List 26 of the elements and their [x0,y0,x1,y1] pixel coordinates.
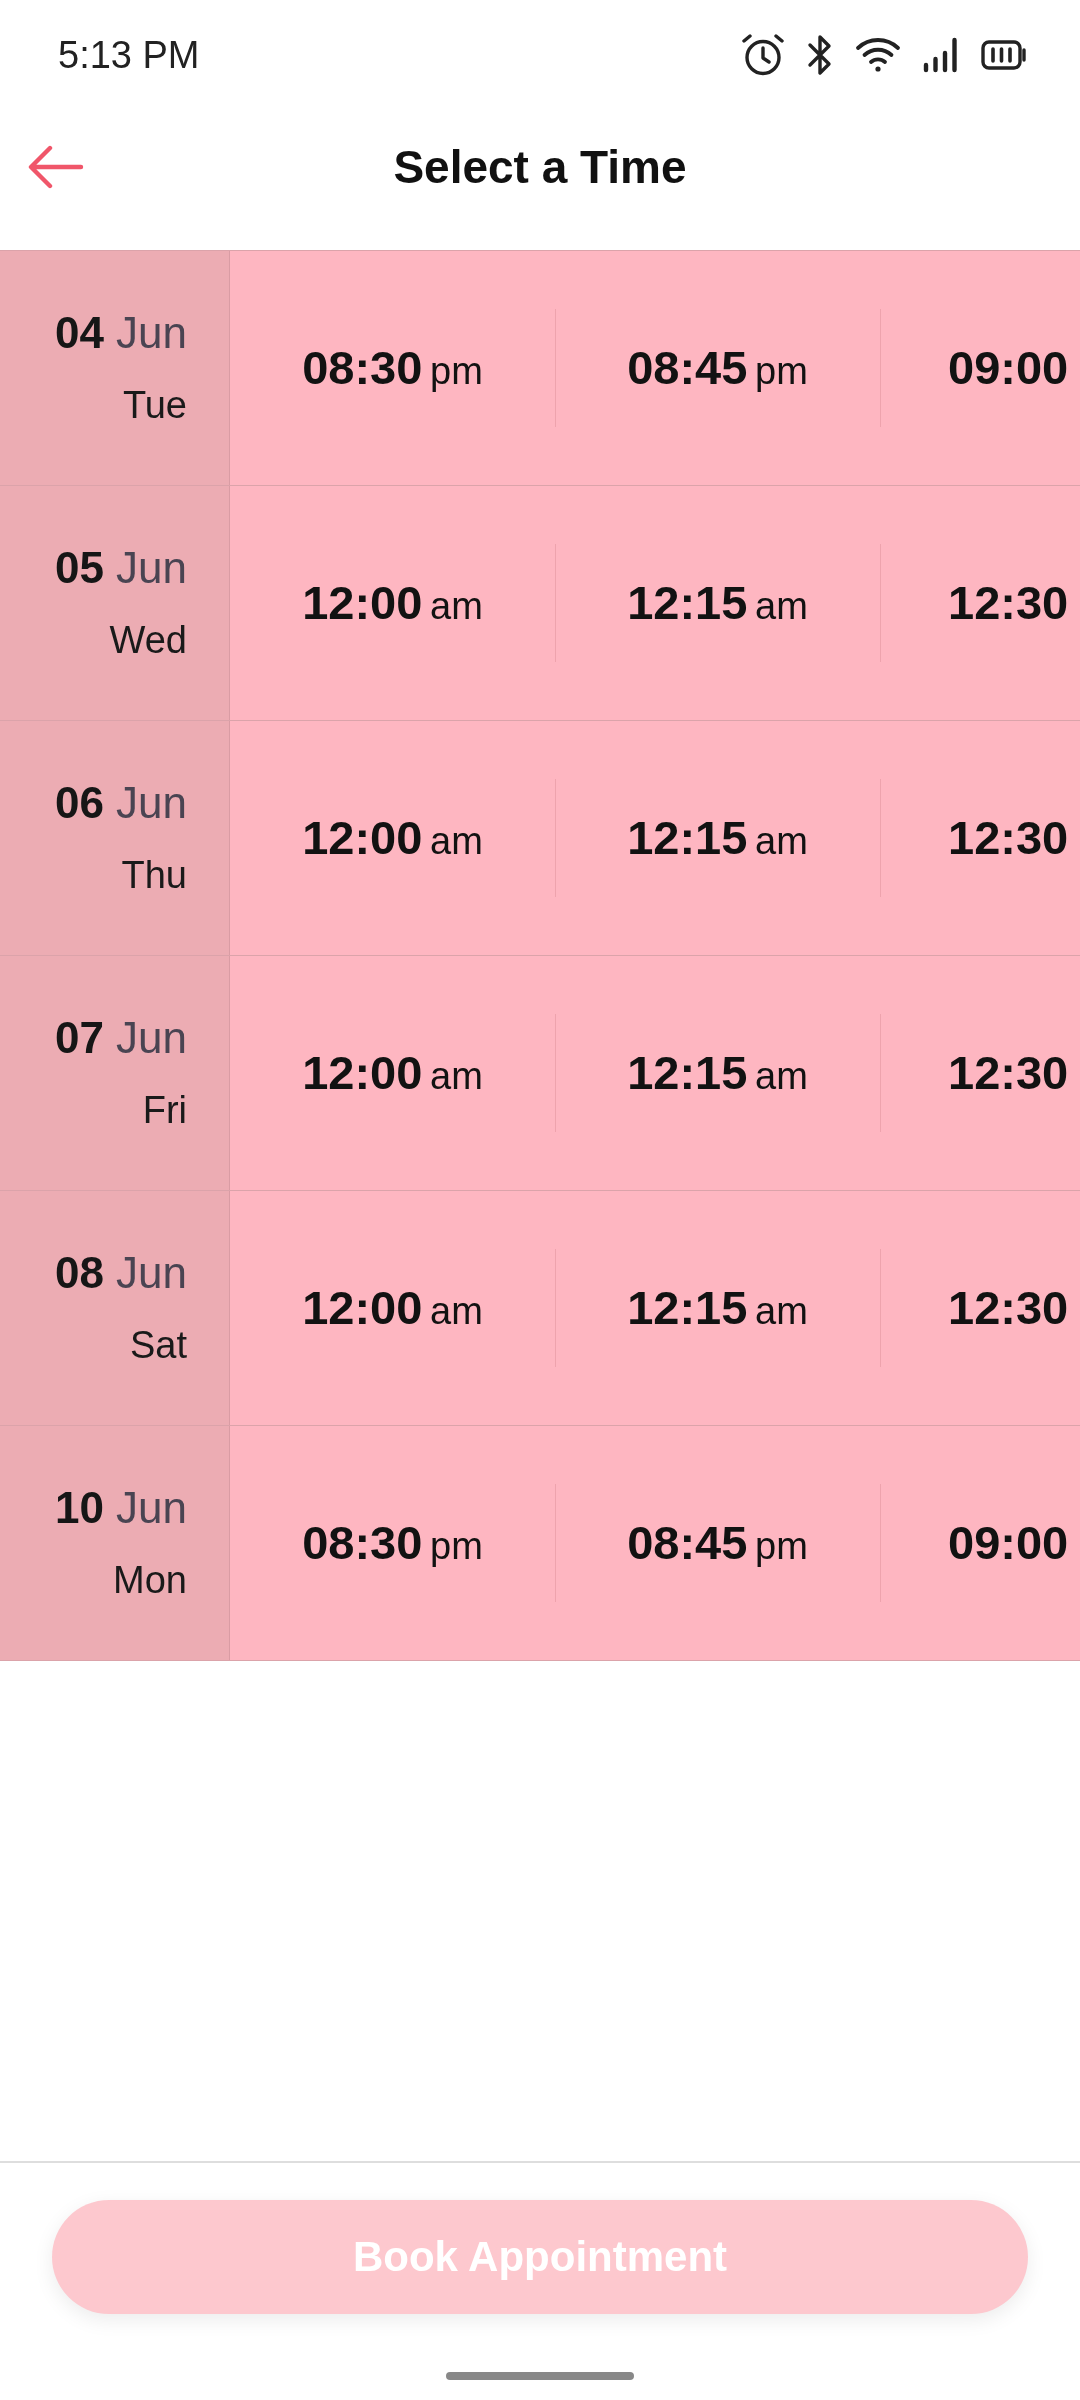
day-number: 08 [55,1247,105,1300]
month-label: Jun [116,1482,187,1535]
signal-icon [923,37,959,73]
day-number: 07 [55,1012,105,1065]
wifi-icon [855,37,901,73]
day-number: 10 [55,1482,105,1535]
month-label: Jun [116,307,187,360]
weekday-label: Mon [113,1558,187,1604]
month-label: Jun [116,1247,187,1300]
month-label: Jun [116,777,187,830]
weekday-label: Sat [129,1323,187,1369]
weekday-label: Tue [122,383,187,429]
alarm-clock-icon [741,33,785,77]
back-arrow-icon[interactable] [28,145,84,189]
month-label: Jun [116,542,187,595]
page-title: Select a Time [392,140,688,194]
day-number: 05 [55,542,105,595]
weekday-label: Thu [121,853,187,899]
bluetooth-icon [807,34,833,76]
weekday-label: Wed [109,618,187,664]
day-number: 06 [55,777,105,830]
day-number: 04 [55,307,105,360]
status-time: 5:13 PM [58,33,200,77]
weekday-label: Fri [142,1088,187,1134]
battery-icon [981,40,1027,70]
month-label: Jun [116,1012,187,1065]
